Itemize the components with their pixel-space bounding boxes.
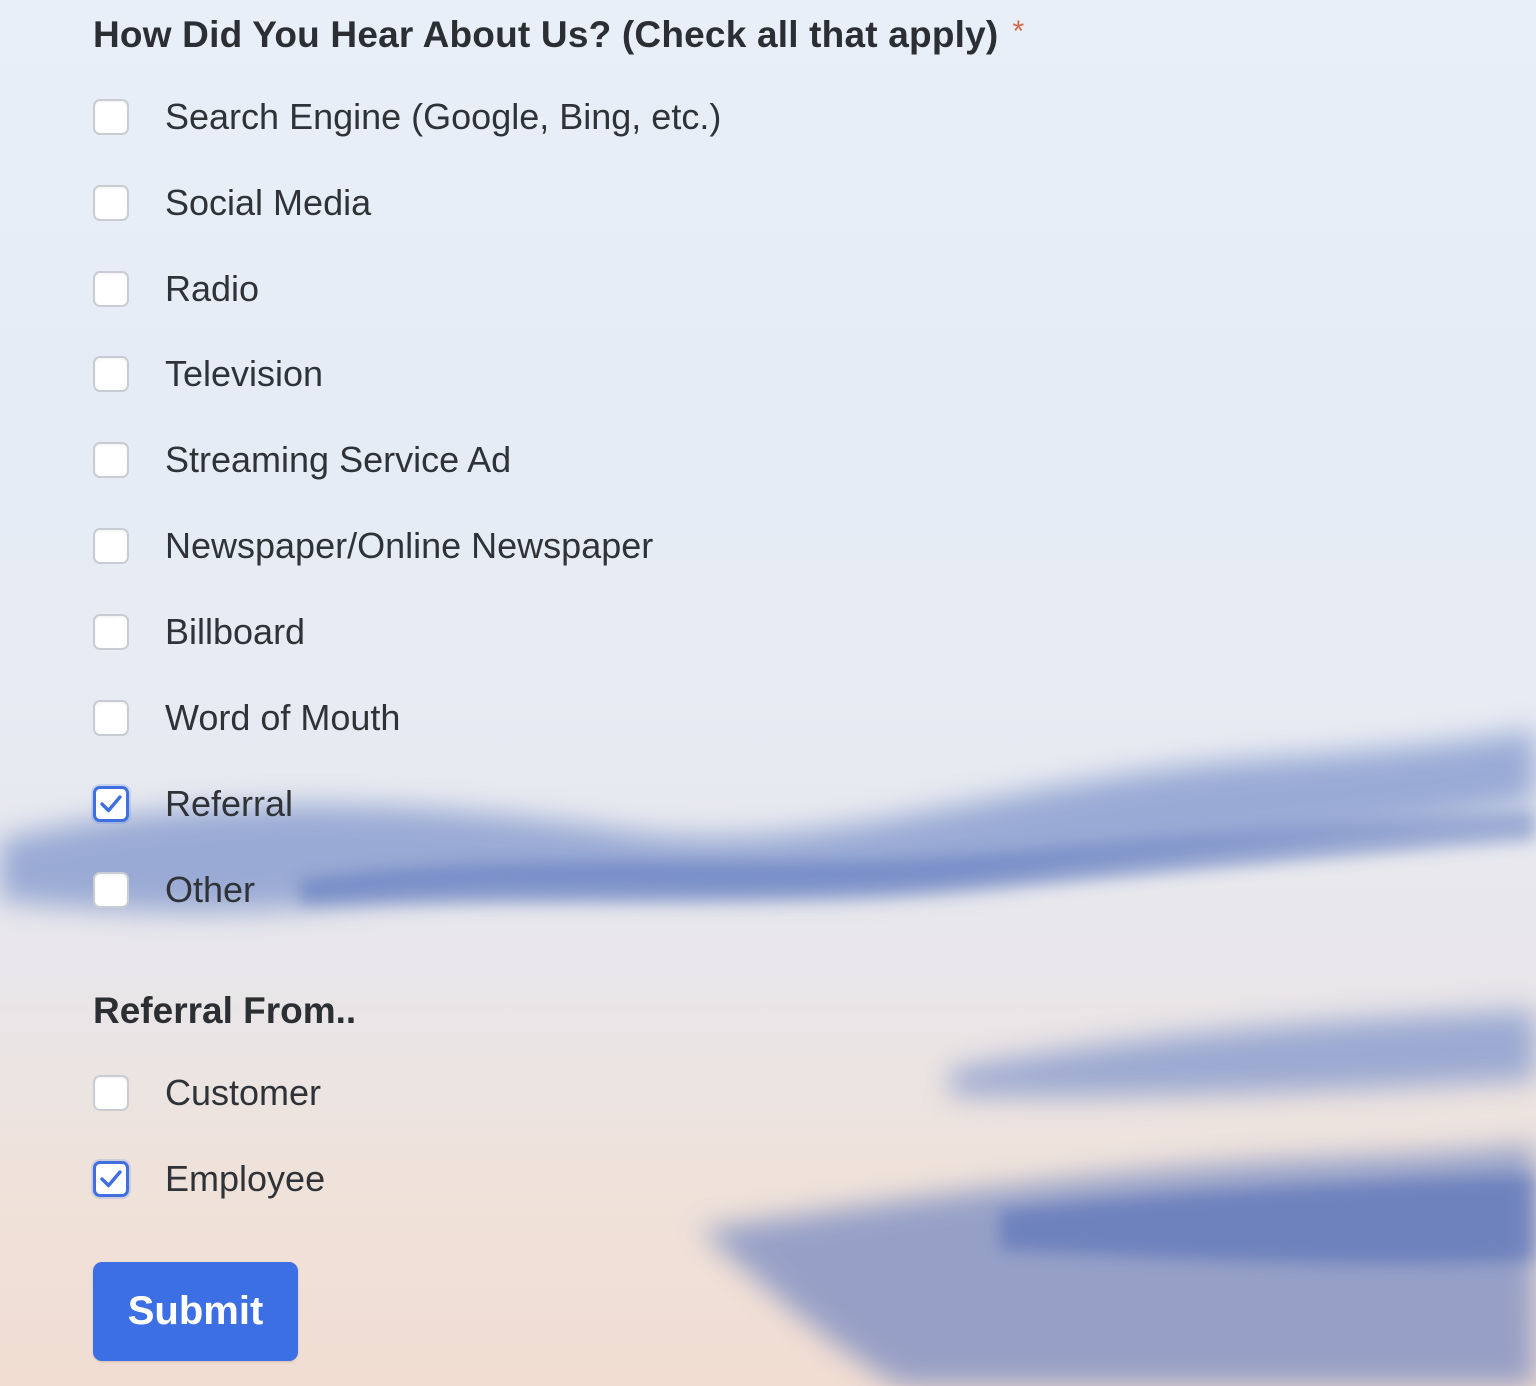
checkmark-icon (100, 795, 122, 813)
required-marker: * (1012, 15, 1025, 48)
checkbox[interactable] (93, 786, 129, 822)
checkbox-label: Television (165, 353, 324, 394)
question-text: How Did You Hear About Us? (Check all th… (93, 14, 999, 55)
checkbox-option[interactable]: Streaming Service Ad (93, 438, 511, 482)
checkbox-option[interactable]: Newspaper/Online Newspaper (93, 524, 653, 568)
checkbox-label: Search Engine (Google, Bing, etc.) (165, 96, 722, 137)
checkbox-option[interactable]: Customer (93, 1071, 321, 1115)
checkbox-option[interactable]: Referral (93, 782, 293, 826)
checkbox-label: Radio (165, 268, 260, 309)
checkbox-option[interactable]: Other (93, 868, 255, 912)
checkbox[interactable] (93, 614, 129, 650)
checkbox[interactable] (93, 700, 129, 736)
checkbox[interactable] (93, 872, 129, 908)
checkbox-label: Newspaper/Online Newspaper (165, 525, 654, 566)
checkbox-label: Billboard (165, 611, 306, 652)
submit-button[interactable]: Submit (93, 1262, 298, 1361)
checkbox[interactable] (93, 185, 129, 221)
checkmark-icon (100, 1170, 122, 1188)
checkbox[interactable] (93, 356, 129, 392)
checkbox[interactable] (93, 271, 129, 307)
checkbox-option[interactable]: Word of Mouth (93, 696, 400, 740)
checkbox[interactable] (93, 1075, 129, 1111)
checkbox-option[interactable]: Search Engine (Google, Bing, etc.) (93, 95, 721, 139)
checkbox[interactable] (93, 442, 129, 478)
checkbox-label: Word of Mouth (165, 697, 401, 738)
referral-section-label: Referral From.. (93, 990, 357, 1031)
checkbox-label: Referral (165, 783, 294, 824)
question-label: How Did You Hear About Us? (Check all th… (93, 14, 1024, 56)
checkbox[interactable] (93, 1161, 129, 1197)
checkbox-label: Customer (165, 1072, 322, 1113)
checkbox-option[interactable]: Social Media (93, 181, 371, 225)
checkbox-label: Employee (165, 1158, 326, 1199)
checkbox-option[interactable]: Billboard (93, 610, 305, 654)
checkbox-option[interactable]: Television (93, 352, 323, 396)
checkbox-label: Streaming Service Ad (165, 439, 512, 480)
checkbox-label: Social Media (165, 182, 372, 223)
checkbox[interactable] (93, 99, 129, 135)
checkbox-option[interactable]: Radio (93, 267, 259, 311)
checkbox-label: Other (165, 869, 256, 910)
checkbox[interactable] (93, 528, 129, 564)
checkbox-option[interactable]: Employee (93, 1157, 325, 1201)
